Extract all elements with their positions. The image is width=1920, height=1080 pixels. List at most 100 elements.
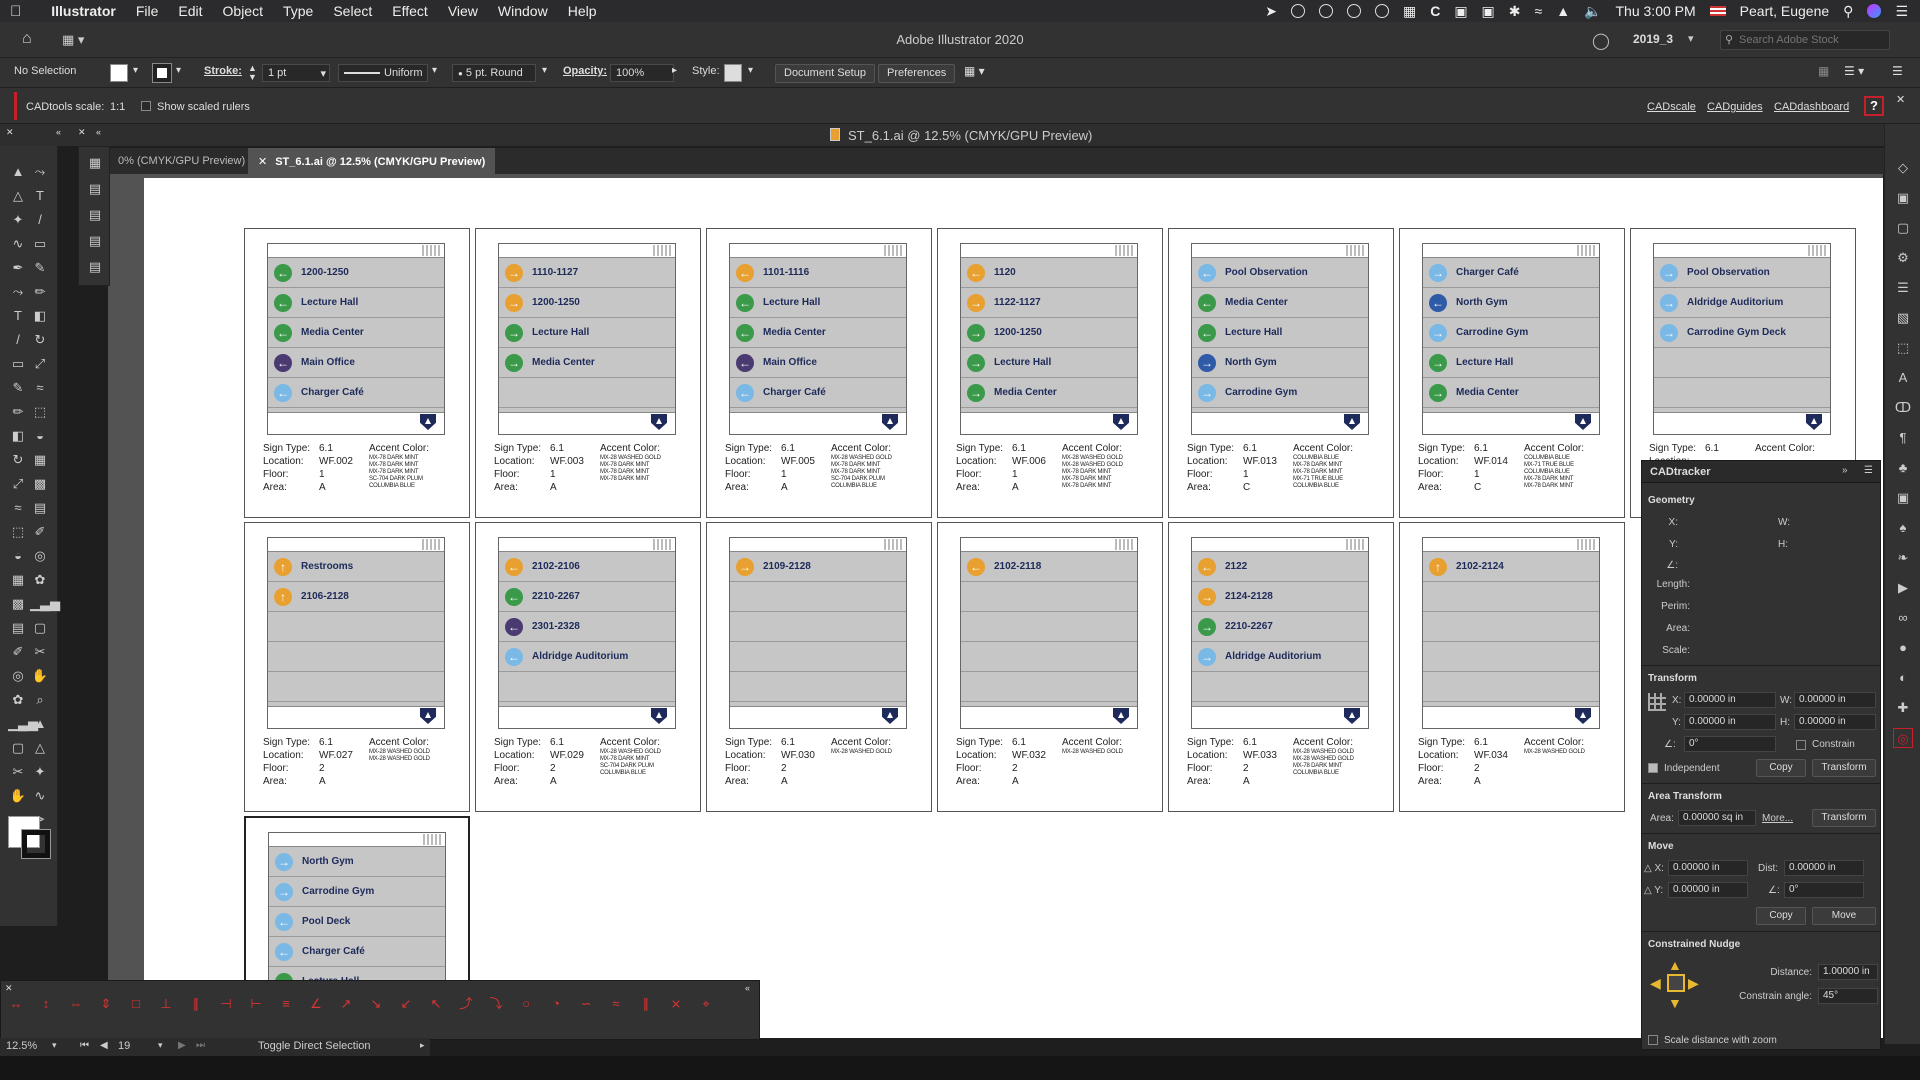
transform-x-field[interactable]: 0.00000 in [1684,692,1776,708]
chevron-down-icon[interactable]: ▾ [748,65,753,76]
panel-menu-icon[interactable]: ☰ [1864,465,1873,476]
notification-icon[interactable]: ☰ [1895,3,1908,20]
stroke-stepper[interactable]: ▲ ▼ [248,64,257,82]
stroke-label[interactable]: Stroke: [204,65,242,77]
type-tool-icon[interactable]: T [30,186,50,206]
curvature-tool-icon[interactable]: ⤳ [30,162,50,182]
rotate-tool-icon[interactable]: ↻ [8,450,28,470]
symbol-sprayer-tool-icon[interactable]: ✿ [8,690,28,710]
eraser-tool-icon[interactable]: ◧ [30,306,50,326]
close-icon[interactable]: ✕ [1896,93,1905,106]
sign-card[interactable]: ↑ 2102-2124 Sign Type: 6.1 Location: WF.034… [1399,522,1625,812]
lasso-tool-icon[interactable]: ∿ [8,234,28,254]
chevron-down-icon[interactable]: ▾ [1688,32,1694,45]
nudge-control[interactable]: ▲ ▼ ◀ ▶ [1650,957,1702,1011]
cad-dimension-tool-icon[interactable]: ○ [517,995,535,1013]
cadtracker-panel-icon[interactable]: ◎ [1893,728,1913,748]
reference-point-icon[interactable] [1648,693,1666,711]
chevron-down-icon[interactable]: ▾ [133,65,138,76]
cad-dimension-tool-icon[interactable]: ⊣ [217,995,235,1013]
cad-dimension-tool-icon[interactable]: ∥ [187,995,205,1013]
hand-tool-icon[interactable]: ✋ [8,786,28,806]
shape-builder-tool-icon[interactable]: ◒ [8,546,28,566]
sign-card[interactable]: ← 1200-1250 ← Lecture Hall ← Media Center ← Mai… [244,228,470,518]
close-icon[interactable]: ✕ [6,127,14,138]
cad-dimension-tool-icon[interactable]: ↘ [367,995,385,1013]
menu-icon[interactable]: ☰ [1892,64,1903,78]
perspective-tool-icon[interactable]: ▦ [30,450,50,470]
c-icon[interactable]: C [1430,3,1440,19]
collapse-icon[interactable]: » [1842,465,1848,476]
help-button[interactable]: ? [1864,96,1884,116]
transform-angle-field[interactable]: 0° [1684,736,1776,752]
sign-panel[interactable]: ← 1200-1250 ← Lecture Hall ← Media Center ← Mai… [267,243,445,435]
flag-icon[interactable] [1709,6,1726,16]
cad-dimension-tool-icon[interactable]: ↕ [37,995,55,1013]
canvas-area[interactable]: ← 1200-1250 ← Lecture Hall ← Media Center ← Mai… [108,174,1883,1038]
transform-y-field[interactable]: 0.00000 in [1684,714,1776,730]
cad-dimension-tool-icon[interactable]: ⇕ [97,995,115,1013]
artboards-panel-icon[interactable]: ▢ [1893,218,1913,238]
area-transform-field[interactable]: 0.00000 sq in [1678,810,1756,826]
sign-panel[interactable]: ← 2122 → 2124-2128 → 2210-2267 → Aldridge Audit… [1191,537,1369,729]
power-icon[interactable] [1374,4,1389,18]
zoom-tool-icon[interactable]: ⌕ [30,690,50,710]
chevron-down-icon[interactable]: ▾ [542,65,547,76]
cad-dimension-tool-icon[interactable]: ≡ [277,995,295,1013]
sign-panel[interactable]: → 1110-1127 → 1200-1250 → Lecture Hall → Media … [498,243,676,435]
lasso-tool-icon[interactable]: ∿ [30,786,50,806]
chevron-down-icon[interactable]: ▾ [52,1040,57,1051]
nudge-left-icon[interactable]: ◀ [1650,975,1661,992]
sign-card[interactable]: → 1110-1127 → 1200-1250 → Lecture Hall → Media … [475,228,701,518]
lightbulb-icon[interactable]: ◯ [1592,31,1610,51]
blend-tool-icon[interactable]: ◎ [30,546,50,566]
style-swatch[interactable] [724,64,742,82]
menu-type[interactable]: Type [273,3,323,19]
artboard-number[interactable]: 19 [118,1040,130,1052]
sign-card[interactable]: ↑ Restrooms ↑ 2106-2128 Sign Type: 6.1 Locati… [244,522,470,812]
stroke-weight-field[interactable]: 1 pt ▾ [262,64,330,82]
spotlight-icon[interactable]: ⚲ [1843,3,1853,20]
sign-panel[interactable]: ↑ Restrooms ↑ 2106-2128 [267,537,445,729]
pencil-tool-icon[interactable]: ✏ [8,402,28,422]
cad-dimension-tool-icon[interactable]: ∥ [637,995,655,1013]
cad-dimension-tool-icon[interactable]: ∽ [577,995,595,1013]
mesh-tool-icon[interactable]: ▩ [30,474,50,494]
slice-tool-icon[interactable]: ✂ [8,762,28,782]
arrange-icon[interactable]: ▦ ▾ [964,64,985,78]
cad-dimension-tool-icon[interactable]: ↖ [427,995,445,1013]
menu-object[interactable]: Object [213,3,273,19]
menu-view[interactable]: View [438,3,488,19]
pencil-tool-icon[interactable]: ✏ [30,282,50,302]
eraser-tool-icon[interactable]: ◧ [8,426,28,446]
brush-field[interactable]: ● 5 pt. Round [452,64,536,82]
align-panel-icon[interactable]: ☰ [1893,278,1913,298]
collapse-icon[interactable]: « [96,127,101,137]
cad-dimension-tool-icon[interactable]: ⤴ [457,995,475,1013]
move-y-field[interactable]: 0.00000 in [1668,882,1748,898]
cad-dimension-tool-icon[interactable]: ≈ [607,995,625,1013]
sign-panel[interactable]: → Charger Café ← North Gym → Carrodine Gym → Le… [1422,243,1600,435]
blend-tool-icon[interactable]: ◎ [8,666,28,686]
stroke-profile-field[interactable]: Uniform [338,64,428,82]
sign-card[interactable]: → 2109-2128 Sign Type: 6.1 Location: WF.030… [706,522,932,812]
symbols-panel-icon[interactable]: ♠ [1893,518,1913,538]
gradient-panel-icon[interactable]: ◐ [1893,668,1913,688]
sign-card[interactable]: ← Pool Observation ← Media Center ← Lecture H… [1168,228,1394,518]
sign-panel[interactable]: ← 1120 → 1122-1127 → 1200-1250 → Lecture Hall → M… [960,243,1138,435]
zoom-level[interactable]: 12.5% [6,1040,37,1052]
next-artboard-icon[interactable]: ▶ [178,1040,186,1051]
stroke-panel-icon[interactable]: ✚ [1893,698,1913,718]
actions-panel-icon[interactable]: ▶ [1893,578,1913,598]
paintbrush-tool-icon[interactable]: ✎ [30,258,50,278]
panel-toggle-icon[interactable]: ▦ [1818,64,1829,78]
rectangle-tool-icon[interactable]: ▭ [8,354,28,374]
cad-dimension-tool-icon[interactable]: ⇔ [67,995,85,1013]
last-artboard-icon[interactable]: ⏭ [196,1040,205,1051]
chevron-down-icon[interactable]: ▾ [176,65,181,76]
cadscale-link[interactable]: CADscale [1647,101,1696,113]
cad-dimension-tool-icon[interactable]: ⊢ [247,995,265,1013]
distance-field[interactable]: 1.00000 in [1818,964,1878,980]
shape-builder-tool-icon[interactable]: ◒ [30,426,50,446]
artboard-tool-icon[interactable]: ▢ [8,738,28,758]
